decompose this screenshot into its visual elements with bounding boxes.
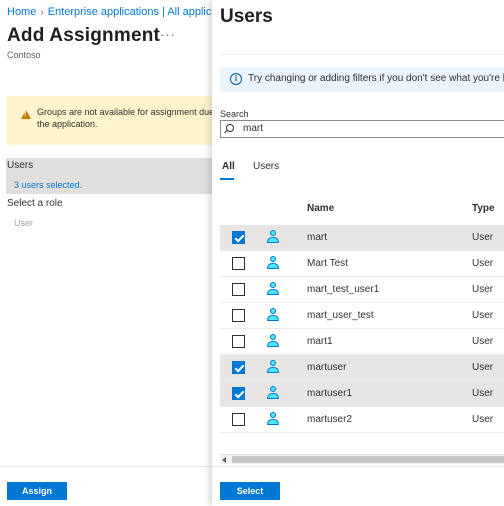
user-icon bbox=[266, 230, 280, 244]
active-tab-indicator bbox=[220, 178, 234, 180]
users-label: Users bbox=[7, 160, 34, 171]
scroll-left-arrow-icon[interactable] bbox=[222, 457, 226, 463]
row-checkbox[interactable] bbox=[232, 387, 245, 400]
page-subtitle: Contoso bbox=[7, 50, 41, 60]
info-banner: i Try changing or adding filters if you … bbox=[220, 67, 504, 92]
column-header-type[interactable]: Type bbox=[472, 203, 495, 214]
user-type: User bbox=[472, 388, 494, 399]
page-title: Add Assignment bbox=[7, 25, 161, 46]
user-type: User bbox=[472, 362, 494, 373]
warning-line-1: Groups are not available for assignment … bbox=[37, 107, 212, 117]
info-text: Try changing or adding filters if you do… bbox=[248, 73, 504, 84]
table-row[interactable]: martuser User bbox=[220, 355, 504, 381]
breadcrumb-home-link[interactable]: Home bbox=[7, 6, 36, 18]
user-icon bbox=[266, 360, 280, 374]
table-row[interactable]: Mart Test User bbox=[220, 251, 504, 277]
footer-divider bbox=[0, 466, 212, 467]
table-row[interactable]: mart1 User bbox=[220, 329, 504, 355]
role-value[interactable]: User bbox=[14, 218, 33, 228]
tab-users[interactable]: Users bbox=[253, 161, 279, 172]
user-name: mart bbox=[307, 232, 327, 243]
user-name: martuser bbox=[307, 362, 347, 373]
search-icon bbox=[226, 124, 234, 132]
warning-line-2: the application. bbox=[37, 119, 98, 129]
chevron-right-icon: › bbox=[40, 7, 44, 18]
user-icon bbox=[266, 412, 280, 426]
select-button[interactable]: Select bbox=[220, 482, 280, 500]
breadcrumb: Home › Enterprise applications | All appli… bbox=[7, 6, 212, 18]
scrollbar-thumb[interactable] bbox=[232, 456, 504, 463]
user-icon bbox=[266, 334, 280, 348]
users-selector[interactable]: Users 3 users selected. bbox=[6, 158, 212, 194]
user-type: User bbox=[472, 310, 494, 321]
search-label: Search bbox=[220, 109, 249, 119]
groups-warning-banner: Groups are not available for assignment … bbox=[7, 96, 212, 145]
more-options-icon[interactable]: ··· bbox=[160, 27, 176, 42]
assign-button[interactable]: Assign bbox=[7, 482, 67, 500]
breadcrumb-enterprise-apps-link[interactable]: Enterprise applications | All applicatio… bbox=[48, 6, 212, 18]
user-name: mart_test_user1 bbox=[307, 284, 380, 295]
table-row[interactable]: mart_test_user1 User bbox=[220, 277, 504, 303]
user-name: mart_user_test bbox=[307, 310, 374, 321]
column-header-name[interactable]: Name bbox=[307, 203, 334, 214]
table-row[interactable]: mart_user_test User bbox=[220, 303, 504, 329]
search-box[interactable] bbox=[220, 120, 504, 138]
user-type: User bbox=[472, 336, 494, 347]
users-panel: Users i Try changing or adding filters i… bbox=[212, 0, 504, 506]
user-name: martuser1 bbox=[307, 388, 353, 399]
user-type: User bbox=[472, 232, 494, 243]
users-selected-count[interactable]: 3 users selected. bbox=[14, 180, 82, 190]
search-input[interactable] bbox=[243, 122, 503, 135]
row-checkbox[interactable] bbox=[232, 309, 245, 322]
row-checkbox[interactable] bbox=[232, 361, 245, 374]
user-type: User bbox=[472, 414, 494, 425]
user-icon bbox=[266, 256, 280, 270]
select-role-label: Select a role bbox=[7, 198, 63, 209]
tab-all[interactable]: All bbox=[222, 161, 235, 172]
table-row[interactable]: mart User bbox=[220, 225, 504, 251]
row-checkbox[interactable] bbox=[232, 283, 245, 296]
user-icon bbox=[266, 386, 280, 400]
users-panel-title: Users bbox=[220, 6, 273, 27]
info-icon: i bbox=[230, 73, 242, 85]
user-name: martuser2 bbox=[307, 414, 353, 425]
horizontal-scrollbar[interactable] bbox=[220, 454, 504, 464]
footer-divider bbox=[212, 466, 504, 467]
row-checkbox[interactable] bbox=[232, 413, 245, 426]
row-checkbox[interactable] bbox=[232, 335, 245, 348]
row-checkbox[interactable] bbox=[232, 257, 245, 270]
user-name: mart1 bbox=[307, 336, 333, 347]
warning-text: Groups are not available for assignment … bbox=[37, 106, 212, 130]
table-row[interactable]: martuser1 User bbox=[220, 381, 504, 407]
warning-icon bbox=[21, 110, 31, 119]
user-type: User bbox=[472, 258, 494, 269]
user-type: User bbox=[472, 284, 494, 295]
row-checkbox[interactable] bbox=[232, 231, 245, 244]
header-divider bbox=[220, 54, 504, 55]
users-table: mart User Mart Test User mart_test_user1 User… bbox=[220, 225, 504, 433]
user-icon bbox=[266, 308, 280, 322]
add-assignment-blade: Home › Enterprise applications | All appli… bbox=[0, 0, 212, 506]
table-row[interactable]: martuser2 User bbox=[220, 407, 504, 433]
user-icon bbox=[266, 282, 280, 296]
user-name: Mart Test bbox=[307, 258, 348, 269]
